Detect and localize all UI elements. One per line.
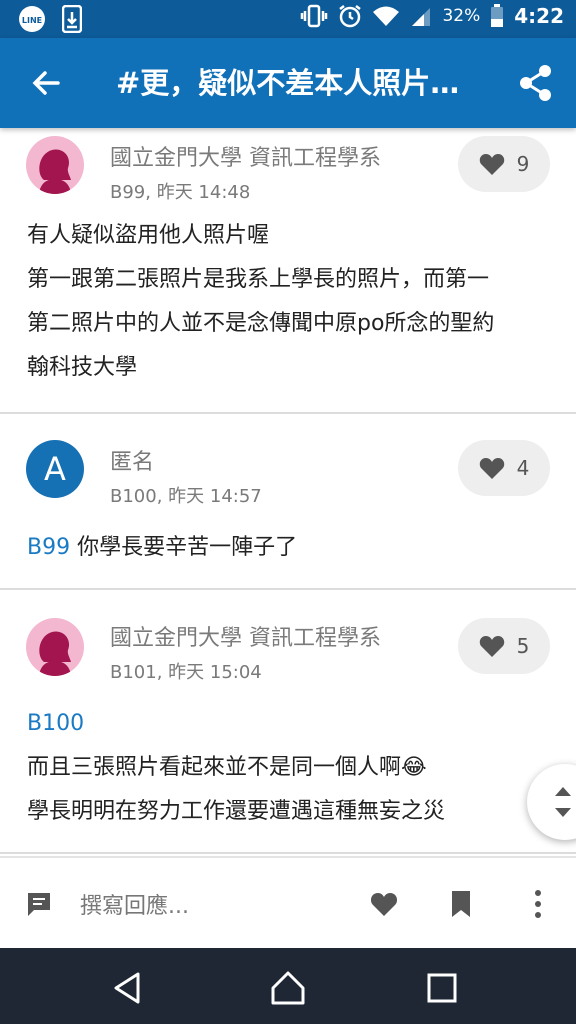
heart-icon bbox=[479, 636, 504, 657]
comment-item: 國立金門大學 資訊工程學系 B99, 昨天 14:48 9 有人疑似盜用他人照片… bbox=[0, 128, 576, 414]
vibrate-icon bbox=[301, 4, 328, 28]
like-button[interactable]: 5 bbox=[458, 618, 550, 674]
comment-body: B100 而且三張照片看起來並不是同一個人啊😂 學長明明在努力工作還要遭遇這種無… bbox=[27, 702, 557, 834]
status-bar: LINE 32% 4:22 bbox=[0, 0, 576, 38]
comment-line: 有人疑似盜用他人照片喔 bbox=[27, 223, 270, 248]
page-title: #更，疑似不差本人照片… bbox=[116, 66, 460, 100]
share-icon[interactable] bbox=[518, 64, 554, 102]
comment-line: 學長明明在努力工作還要遭遇這種無妄之災 bbox=[27, 799, 446, 824]
comment-body: B99 你學長要辛苦一陣子了 bbox=[27, 526, 557, 570]
comment-meta: B101, 昨天 15:04 bbox=[110, 662, 262, 683]
avatar[interactable]: A bbox=[26, 440, 84, 498]
reply-bar: 撰寫回應... bbox=[0, 856, 576, 948]
comment-icon[interactable] bbox=[26, 891, 52, 917]
alarm-icon bbox=[339, 5, 362, 28]
wifi-icon bbox=[373, 6, 400, 26]
reply-input[interactable]: 撰寫回應... bbox=[80, 888, 189, 920]
avatar[interactable] bbox=[26, 618, 84, 676]
floor-reference-link[interactable]: B100 bbox=[27, 702, 557, 746]
more-vertical-icon[interactable] bbox=[528, 888, 548, 920]
nav-recents-icon[interactable] bbox=[422, 968, 462, 1008]
comment-list[interactable]: 國立金門大學 資訊工程學系 B99, 昨天 14:48 9 有人疑似盜用他人照片… bbox=[0, 128, 576, 856]
like-count: 4 bbox=[516, 456, 530, 480]
female-avatar-icon bbox=[39, 631, 71, 676]
comment-author[interactable]: 國立金門大學 資訊工程學系 bbox=[110, 620, 381, 652]
like-button[interactable]: 4 bbox=[458, 440, 550, 496]
comment-line: 翰科技大學 bbox=[27, 355, 138, 380]
battery-icon bbox=[491, 4, 504, 27]
female-avatar-icon bbox=[39, 149, 71, 194]
app-bar: #更，疑似不差本人照片… bbox=[0, 38, 576, 128]
battery-percent: 32% bbox=[442, 6, 481, 26]
clock: 4:22 bbox=[514, 4, 564, 28]
comment-body: 有人疑似盜用他人照片喔 第一跟第二張照片是我系上學長的照片，而第一 第二照片中的… bbox=[27, 214, 557, 390]
comment-item: A 匿名 B100, 昨天 14:57 4 B99 你學長要辛苦一陣子了 bbox=[0, 414, 576, 590]
avatar-letter: A bbox=[44, 450, 66, 488]
heart-icon bbox=[479, 154, 504, 175]
like-count: 9 bbox=[516, 152, 530, 176]
signal-icon bbox=[412, 8, 431, 26]
nav-home-icon[interactable] bbox=[268, 968, 308, 1008]
back-arrow-icon[interactable] bbox=[28, 65, 64, 101]
up-down-arrows-icon bbox=[555, 787, 571, 817]
comment-text: 你學長要辛苦一陣子了 bbox=[70, 535, 298, 560]
svg-text:LINE: LINE bbox=[22, 16, 42, 25]
like-count: 5 bbox=[516, 634, 530, 658]
nav-back-icon[interactable] bbox=[108, 968, 148, 1008]
comment-item: 國立金門大學 資訊工程學系 B101, 昨天 15:04 5 B100 而且三張… bbox=[0, 590, 576, 854]
comment-author[interactable]: 國立金門大學 資訊工程學系 bbox=[110, 140, 381, 172]
download-icon bbox=[62, 5, 82, 33]
comment-meta: B99, 昨天 14:48 bbox=[110, 182, 251, 203]
comment-line: 第一跟第二張照片是我系上學長的照片，而第一 bbox=[27, 267, 490, 292]
comment-author[interactable]: 匿名 bbox=[110, 444, 154, 476]
comment-line: 第二照片中的人並不是念傳聞中原po所念的聖約 bbox=[27, 311, 495, 336]
comment-line: 而且三張照片看起來並不是同一個人啊😂 bbox=[27, 755, 427, 780]
heart-icon[interactable] bbox=[370, 891, 398, 917]
floor-reference-link[interactable]: B99 bbox=[27, 535, 70, 560]
line-icon: LINE bbox=[19, 6, 45, 32]
heart-icon bbox=[479, 458, 504, 479]
like-button[interactable]: 9 bbox=[458, 136, 550, 192]
bookmark-icon[interactable] bbox=[450, 890, 472, 918]
comment-meta: B100, 昨天 14:57 bbox=[110, 486, 262, 507]
system-nav-bar bbox=[0, 948, 576, 1024]
avatar[interactable] bbox=[26, 136, 84, 194]
